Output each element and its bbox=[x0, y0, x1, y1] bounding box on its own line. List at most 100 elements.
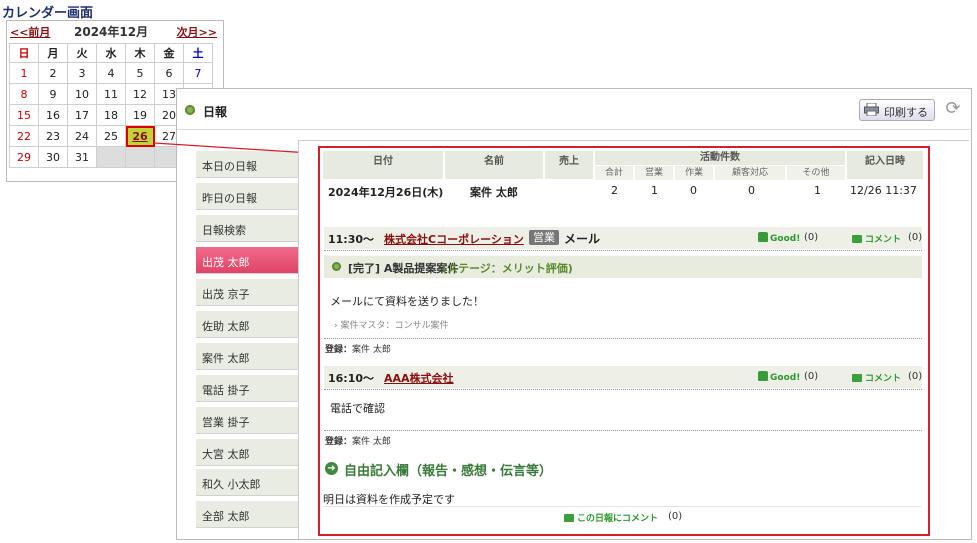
summary-total: 2 bbox=[611, 184, 618, 197]
day-cell[interactable]: 6 bbox=[154, 62, 184, 84]
weekday-fri: 金 bbox=[154, 43, 184, 63]
header-entry-time: 記入日時 bbox=[847, 151, 923, 179]
good-label: Good! bbox=[770, 373, 801, 383]
arrow-right-circle-icon: ➜ bbox=[325, 462, 338, 475]
divider bbox=[323, 506, 921, 507]
refresh-icon[interactable]: ⟳ bbox=[943, 99, 963, 119]
entry-body: メールにて資料を送りました！ bbox=[330, 295, 484, 308]
panel-title: 日報 bbox=[203, 105, 228, 119]
comment-count: (0) bbox=[908, 232, 923, 243]
day-cell[interactable]: 30 bbox=[38, 146, 68, 168]
nav-user[interactable]: 出茂 京子 bbox=[196, 279, 298, 306]
nav-user[interactable]: 大宮 太郎 bbox=[196, 439, 298, 466]
registrant-label: 登録： bbox=[325, 437, 353, 447]
deal-master: › 案件マスタ：コンサル案件 bbox=[334, 318, 448, 331]
nav-user[interactable]: 全部 太郎 bbox=[196, 501, 298, 528]
weekday-sun: 日 bbox=[9, 43, 39, 63]
print-button[interactable]: 印刷する bbox=[859, 99, 935, 121]
callout-arrow bbox=[153, 142, 316, 157]
free-entry-body: 明日は資料を作成予定です bbox=[323, 493, 455, 506]
day-cell[interactable]: 1 bbox=[9, 62, 39, 84]
day-cell[interactable]: 10 bbox=[67, 83, 97, 105]
entry-time: 16:10〜 bbox=[328, 372, 375, 385]
weekday-tue: 火 bbox=[67, 43, 97, 63]
nav-user-active[interactable]: 出茂 太郎 bbox=[196, 247, 310, 274]
header-other: その他 bbox=[787, 166, 845, 180]
day-cell[interactable]: 5 bbox=[125, 62, 155, 84]
entry-header: 11:30〜 株式会社Cコーポレーション 営業 メール Good! (0) コメ… bbox=[324, 227, 922, 249]
entry-body: 電話で確認 bbox=[330, 402, 385, 415]
comment-label: コメント bbox=[865, 374, 902, 384]
day-cell[interactable]: 19 bbox=[125, 104, 155, 126]
deal-bar: [完了] A製品提案案件 (ステージ：メリット評価) bbox=[324, 256, 922, 278]
day-cell[interactable]: 25 bbox=[96, 125, 126, 147]
day-cell[interactable]: 16 bbox=[38, 104, 68, 126]
company-link[interactable]: 株式会社Cコーポレーション bbox=[384, 231, 524, 247]
header-total: 合計 bbox=[595, 166, 633, 180]
nav-user[interactable]: 和久 小太郎 bbox=[196, 469, 298, 496]
prev-month-link[interactable]: <<前月 bbox=[10, 24, 50, 40]
comment-label: コメント bbox=[865, 235, 902, 245]
calendar-title: カレンダー画面 bbox=[2, 6, 94, 21]
day-cell[interactable]: 15 bbox=[9, 104, 39, 126]
nav-user[interactable]: 電話 掛子 bbox=[196, 375, 298, 402]
entry-time: 11:30〜 bbox=[328, 233, 375, 246]
day-cell[interactable]: 11 bbox=[96, 83, 126, 105]
selected-day-link[interactable]: 26 bbox=[132, 130, 147, 143]
header-sales-count: 営業 bbox=[635, 166, 673, 180]
good-button[interactable]: Good! bbox=[758, 232, 800, 244]
good-count: (0) bbox=[804, 232, 819, 243]
nav-user[interactable]: 営業 掛子 bbox=[196, 407, 298, 434]
summary-sales: 1 bbox=[651, 184, 658, 197]
comment-button[interactable]: コメント bbox=[852, 371, 901, 384]
nav-label: 大宮 太郎 bbox=[202, 448, 250, 461]
day-cell[interactable]: 31 bbox=[67, 146, 97, 168]
day-cell[interactable]: 2 bbox=[38, 62, 68, 84]
day-cell[interactable]: 7 bbox=[183, 62, 213, 84]
nav-label: 昨日の日報 bbox=[202, 192, 257, 205]
nav-yesterday-report[interactable]: 昨日の日報 bbox=[196, 183, 298, 210]
summary-work: 0 bbox=[690, 184, 697, 197]
day-cell[interactable]: 9 bbox=[38, 83, 68, 105]
week-row: 1 2 3 4 5 6 7 bbox=[9, 62, 213, 84]
day-cell[interactable]: 29 bbox=[9, 146, 39, 168]
nav-label: 全部 太郎 bbox=[202, 510, 250, 523]
divider bbox=[324, 430, 922, 431]
next-month-link[interactable]: 次月>> bbox=[177, 24, 217, 40]
day-cell[interactable]: 12 bbox=[125, 83, 155, 105]
comment-button[interactable]: コメント bbox=[852, 232, 901, 245]
printer-icon bbox=[864, 103, 879, 116]
thumbs-up-icon bbox=[758, 232, 768, 242]
good-label: Good! bbox=[770, 234, 801, 244]
nav-label: 和久 小太郎 bbox=[202, 478, 261, 491]
day-cell[interactable]: 17 bbox=[67, 104, 97, 126]
day-cell[interactable]: 22 bbox=[9, 125, 39, 147]
comment-icon bbox=[852, 235, 862, 243]
day-cell[interactable]: 4 bbox=[96, 62, 126, 84]
registrant: 登録：案件 太郎 bbox=[325, 342, 391, 355]
day-cell[interactable]: 18 bbox=[96, 104, 126, 126]
divider bbox=[324, 389, 922, 390]
circle-bullet-icon bbox=[332, 262, 341, 271]
day-cell[interactable]: 23 bbox=[38, 125, 68, 147]
report-detail: 日付 名前 売上 活動件数 合計 営業 作業 顧客対応 その他 記入日時 202… bbox=[318, 146, 930, 536]
nav-label: 電話 掛子 bbox=[202, 384, 250, 397]
comment-count: (0) bbox=[908, 371, 923, 382]
comment-icon bbox=[564, 514, 574, 522]
header-sales: 売上 bbox=[545, 151, 593, 179]
nav-report-search[interactable]: 日報検索 bbox=[196, 215, 298, 242]
header-name: 名前 bbox=[445, 151, 543, 179]
report-comment-button[interactable]: この日報にコメント bbox=[564, 511, 658, 524]
nav-user[interactable]: 佐助 太郎 bbox=[196, 311, 298, 338]
company-link[interactable]: AAA株式会社 bbox=[384, 370, 454, 386]
day-cell[interactable]: 8 bbox=[9, 83, 39, 105]
summary-name: 案件 太郎 bbox=[470, 186, 518, 199]
day-cell[interactable]: 24 bbox=[67, 125, 97, 147]
nav-user[interactable]: 案件 太郎 bbox=[196, 343, 298, 370]
comment-icon bbox=[852, 374, 862, 382]
day-cell[interactable]: 3 bbox=[67, 62, 97, 84]
calendar-month: 2024年12月 bbox=[74, 25, 149, 39]
header-customer: 顧客対応 bbox=[715, 166, 785, 180]
nav-label: 営業 掛子 bbox=[202, 416, 250, 429]
good-button[interactable]: Good! bbox=[758, 371, 800, 383]
